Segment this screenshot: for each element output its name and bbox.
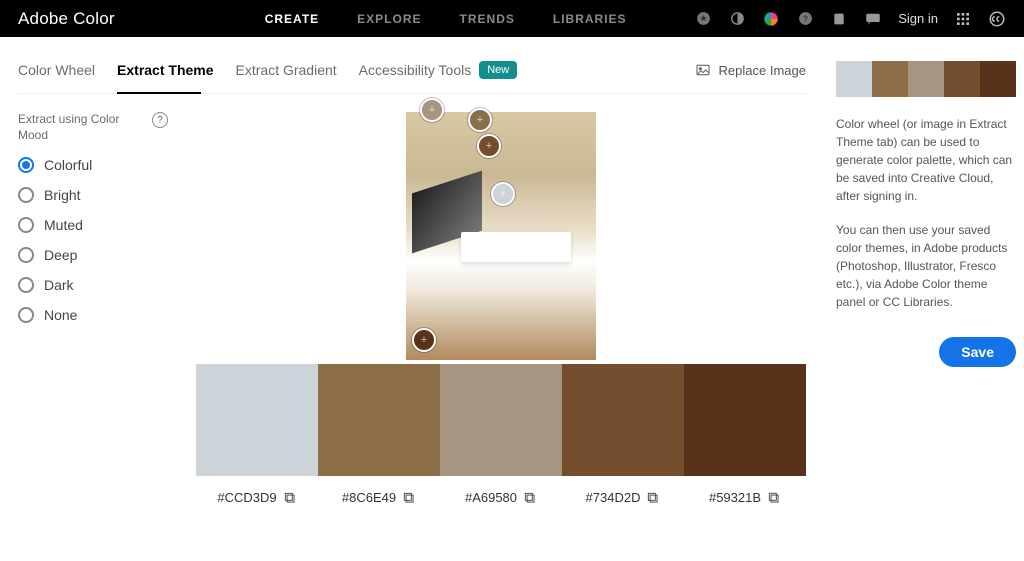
subtabs: Color Wheel Extract Theme Extract Gradie…: [18, 61, 806, 94]
tab-color-wheel[interactable]: Color Wheel: [18, 62, 95, 78]
side-help-2: You can then use your saved color themes…: [836, 221, 1016, 311]
mood-title: Extract using Color Mood: [18, 112, 144, 143]
radio-icon: [18, 307, 34, 323]
sign-in-link[interactable]: Sign in: [898, 11, 938, 26]
source-image[interactable]: [406, 112, 596, 360]
mood-none[interactable]: None: [18, 307, 168, 323]
radio-icon: [18, 217, 34, 233]
svg-text:?: ?: [803, 13, 808, 23]
color-wheel-icon[interactable]: [762, 10, 780, 28]
swatch[interactable]: [440, 364, 562, 476]
nav-tabs: CREATE EXPLORE TRENDS LIBRARIES: [265, 12, 627, 26]
copy-icon[interactable]: [767, 491, 781, 505]
swatch[interactable]: [684, 364, 806, 476]
notification-icon[interactable]: [830, 10, 848, 28]
tab-extract-theme[interactable]: Extract Theme: [117, 62, 213, 78]
copy-icon[interactable]: [402, 491, 416, 505]
tab-accessibility[interactable]: Accessibility Tools: [359, 62, 472, 78]
nav-trends[interactable]: TRENDS: [460, 12, 515, 26]
comment-icon[interactable]: [864, 10, 882, 28]
color-picker-point[interactable]: [491, 182, 515, 206]
extract-canvas: #CCD3D9 #8C6E49 #A69580 #734D2D #59321B: [196, 112, 806, 505]
save-button[interactable]: Save: [939, 337, 1016, 367]
mood-help-icon[interactable]: ?: [152, 112, 168, 128]
mini-palette[interactable]: [836, 61, 1016, 97]
mood-bright[interactable]: Bright: [18, 187, 168, 203]
nav-libraries[interactable]: LIBRARIES: [553, 12, 627, 26]
brand: Adobe Color: [18, 9, 115, 29]
topbar-right: ? Sign in: [694, 10, 1006, 28]
mini-swatch: [908, 61, 944, 97]
side-help-1: Color wheel (or image in Extract Theme t…: [836, 115, 1016, 205]
mood-label: None: [44, 307, 77, 323]
mini-swatch: [944, 61, 980, 97]
palette-bar: [196, 364, 806, 476]
swatch[interactable]: [562, 364, 684, 476]
cc-icon[interactable]: [988, 10, 1006, 28]
mood-label: Deep: [44, 247, 77, 263]
nav-create[interactable]: CREATE: [265, 12, 319, 26]
tab-extract-gradient[interactable]: Extract Gradient: [236, 62, 337, 78]
radio-icon: [18, 277, 34, 293]
copy-icon[interactable]: [646, 491, 660, 505]
swatch[interactable]: [196, 364, 318, 476]
help-icon[interactable]: ?: [796, 10, 814, 28]
hex-row: #CCD3D9 #8C6E49 #A69580 #734D2D #59321B: [196, 490, 806, 505]
mini-swatch: [872, 61, 908, 97]
mini-swatch: [836, 61, 872, 97]
mini-swatch: [980, 61, 1016, 97]
replace-image-label: Replace Image: [719, 63, 806, 78]
replace-image-button[interactable]: Replace Image: [695, 62, 806, 78]
copy-icon[interactable]: [523, 491, 537, 505]
hex-value[interactable]: #734D2D: [586, 490, 641, 505]
radio-icon: [18, 187, 34, 203]
color-picker-point[interactable]: [468, 108, 492, 132]
color-picker-point[interactable]: [412, 328, 436, 352]
color-picker-point[interactable]: [420, 98, 444, 122]
mood-colorful[interactable]: Colorful: [18, 157, 168, 173]
mood-panel: Extract using Color Mood ? Colorful Brig…: [18, 112, 168, 505]
contrast-icon[interactable]: [728, 10, 746, 28]
apps-icon[interactable]: [954, 10, 972, 28]
side-panel: Color wheel (or image in Extract Theme t…: [836, 61, 1016, 561]
radio-icon: [18, 157, 34, 173]
mood-label: Colorful: [44, 157, 92, 173]
nav-explore[interactable]: EXPLORE: [357, 12, 421, 26]
mood-deep[interactable]: Deep: [18, 247, 168, 263]
hex-value[interactable]: #A69580: [465, 490, 517, 505]
image-icon: [695, 62, 711, 78]
swatch[interactable]: [318, 364, 440, 476]
copy-icon[interactable]: [283, 491, 297, 505]
mood-label: Dark: [44, 277, 74, 293]
hex-value[interactable]: #8C6E49: [342, 490, 396, 505]
mood-dark[interactable]: Dark: [18, 277, 168, 293]
topbar: Adobe Color CREATE EXPLORE TRENDS LIBRAR…: [0, 0, 1024, 37]
mood-muted[interactable]: Muted: [18, 217, 168, 233]
hex-value[interactable]: #59321B: [709, 490, 761, 505]
hex-value[interactable]: #CCD3D9: [217, 490, 276, 505]
star-icon[interactable]: [694, 10, 712, 28]
mood-label: Muted: [44, 217, 83, 233]
mood-label: Bright: [44, 187, 81, 203]
new-badge: New: [479, 61, 517, 79]
color-picker-point[interactable]: [477, 134, 501, 158]
radio-icon: [18, 247, 34, 263]
